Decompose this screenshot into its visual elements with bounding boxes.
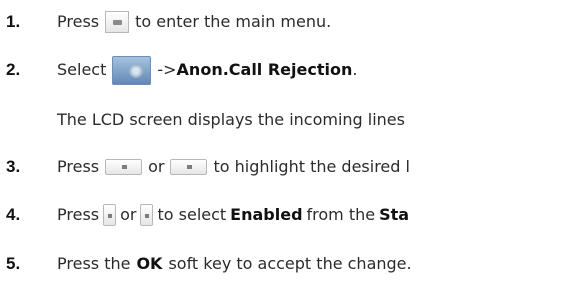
ok-softkey-label: OK — [136, 254, 163, 273]
right-arrow-key-icon — [140, 204, 154, 226]
features-icon — [112, 55, 152, 85]
enabled-option: Enabled — [230, 205, 303, 224]
step-text: to highlight the desired l — [213, 157, 410, 176]
or-text: or — [120, 205, 137, 224]
step-number: 5. — [6, 254, 21, 273]
period: . — [352, 60, 358, 79]
ok-key-icon — [105, 11, 130, 33]
step-text: Press the — [57, 254, 131, 273]
step-text: from the — [306, 205, 376, 224]
step-text: to select — [157, 205, 227, 224]
step-text: soft key to accept the change. — [168, 254, 412, 273]
status-field-label: Sta — [379, 205, 410, 224]
down-arrow-key-icon — [170, 159, 208, 175]
step-number: 2. — [6, 60, 21, 79]
arrow-text: -> — [157, 60, 177, 79]
up-arrow-key-icon — [105, 159, 143, 175]
step-text: Press — [57, 205, 100, 224]
step-text: Press — [57, 12, 100, 31]
step-number: 3. — [6, 157, 21, 176]
step-text: to enter the main menu. — [135, 12, 332, 31]
step-number: 4. — [6, 205, 21, 224]
menu-path-target: Anon.Call Rejection — [176, 60, 353, 79]
step-number: 1. — [6, 12, 21, 31]
step-text: The LCD screen displays the incoming lin… — [57, 110, 405, 129]
or-text: or — [148, 157, 165, 176]
left-arrow-key-icon — [103, 204, 117, 226]
step-text: Press — [57, 157, 100, 176]
step-text: Select — [57, 60, 107, 79]
